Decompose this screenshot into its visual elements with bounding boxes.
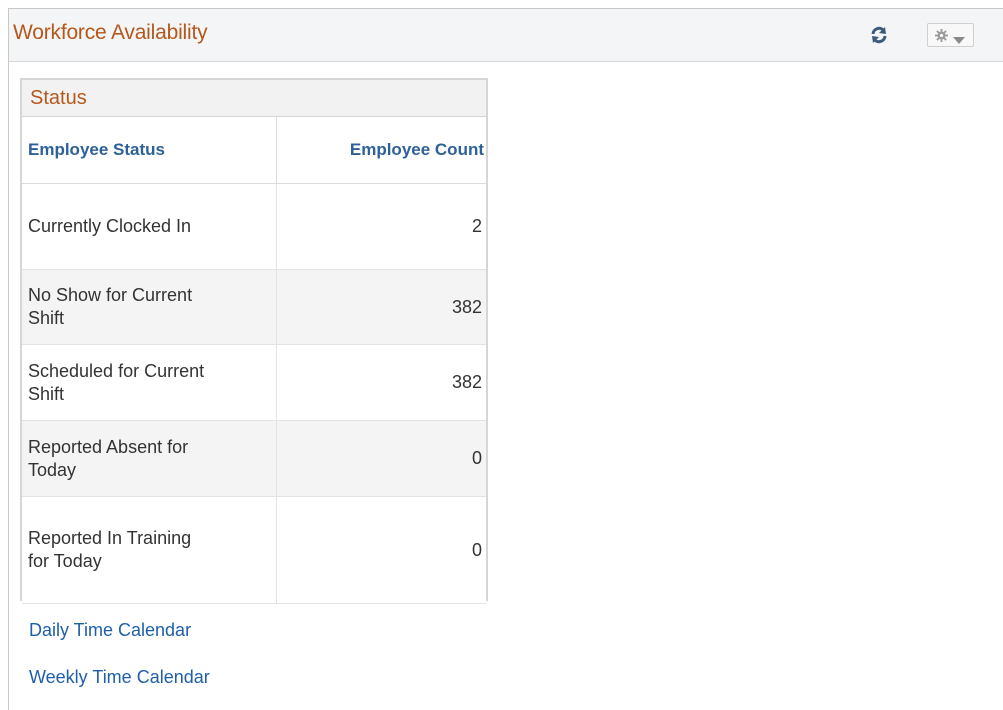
status-table: Employee Status Employee Count Currently… xyxy=(22,117,486,604)
status-label: Scheduled for Current xyxy=(28,360,205,381)
employee-count-cell: 2 xyxy=(276,183,486,270)
employee-count-cell: 0 xyxy=(276,496,486,604)
status-label: Shift xyxy=(28,308,65,328)
employee-status-cell: Reported In Training for Today xyxy=(22,496,277,604)
status-grid-title-bar: Status xyxy=(22,80,486,117)
table-row: Currently Clocked In 2 xyxy=(22,183,486,270)
employee-status-cell: Currently Clocked In xyxy=(22,183,277,270)
employee-count-cell: 382 xyxy=(276,269,486,345)
table-header-row: Employee Status Employee Count xyxy=(22,117,486,184)
gear-icon xyxy=(935,29,948,47)
status-label: Reported Absent for xyxy=(28,436,189,457)
table-row: Scheduled for Current Shift 382 xyxy=(22,344,486,421)
table-row: No Show for Current Shift 382 xyxy=(22,269,486,345)
status-label: for Today xyxy=(28,551,102,571)
status-grid-title: Status xyxy=(30,87,87,109)
table-row: Reported Absent for Today 0 xyxy=(22,420,486,497)
chevron-down-icon xyxy=(953,32,965,50)
status-label: Today xyxy=(28,459,77,480)
status-grid: Status Employee Status Employee Count Cu… xyxy=(20,78,488,604)
status-label: Reported In Training xyxy=(28,528,192,548)
pagelet-title: Workforce Availability xyxy=(13,21,208,44)
weekly-time-calendar-link[interactable]: Weekly Time Calendar xyxy=(29,667,210,688)
table-row: Reported In Training for Today 0 xyxy=(22,496,486,604)
status-label: No Show for Current xyxy=(28,285,193,305)
status-label: Shift xyxy=(28,383,65,404)
daily-time-calendar-link[interactable]: Daily Time Calendar xyxy=(29,620,191,641)
status-label: Currently Clocked In xyxy=(28,216,192,236)
column-header-employee-count[interactable]: Employee Count xyxy=(276,117,486,184)
column-header-employee-status[interactable]: Employee Status xyxy=(22,117,277,184)
workforce-availability-pagelet: Workforce Availability Status Employee S… xyxy=(8,8,1003,710)
employee-status-cell: Reported Absent for Today xyxy=(22,420,277,497)
employee-status-cell: Scheduled for Current Shift xyxy=(22,344,277,421)
refresh-icon[interactable] xyxy=(869,25,889,45)
actions-menu-button[interactable] xyxy=(927,23,974,47)
employee-count-cell: 0 xyxy=(276,420,486,497)
pagelet-header: Workforce Availability xyxy=(9,9,1003,62)
employee-count-cell: 382 xyxy=(276,344,486,421)
employee-status-cell: No Show for Current Shift xyxy=(22,269,277,345)
